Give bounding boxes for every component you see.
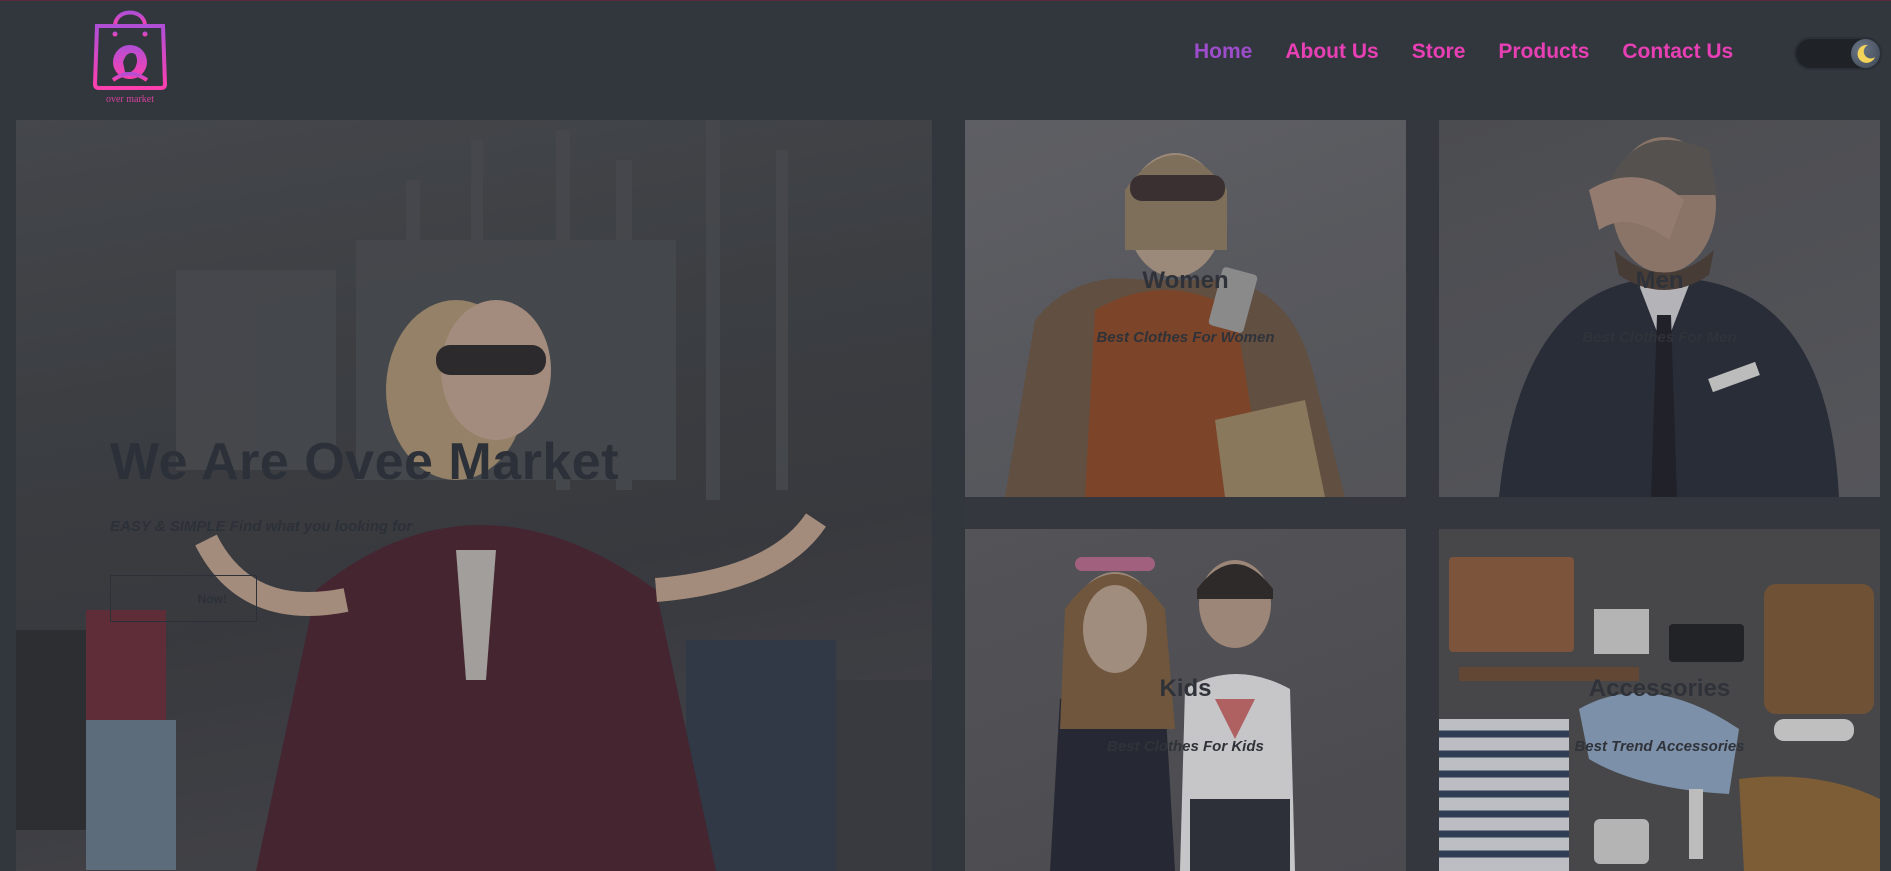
logo-text: over market xyxy=(105,94,155,105)
card-title-men: Men xyxy=(1635,267,1684,294)
card-subtitle-men: Best Clothes For Men xyxy=(1582,329,1737,346)
nav-contact-us[interactable]: Contact Us xyxy=(1622,40,1733,64)
nav-store[interactable]: Store xyxy=(1412,40,1466,64)
nav-about-us[interactable]: About Us xyxy=(1285,40,1378,64)
top-border xyxy=(0,0,1891,1)
moon-icon xyxy=(1857,44,1875,63)
main-nav: Home About Us Store Products Contact Us xyxy=(1194,40,1733,64)
category-card-women[interactable]: Women Best Clothes For Women xyxy=(965,120,1406,497)
card-subtitle-kids: Best Clothes For Kids xyxy=(1107,738,1264,755)
shop-now-button[interactable]: Now! xyxy=(110,575,257,622)
hero-banner: We Are Ovee Market EASY & SIMPLE Find wh… xyxy=(16,120,932,871)
toggle-knob xyxy=(1851,39,1880,68)
category-card-men[interactable]: Men Best Clothes For Men xyxy=(1439,120,1880,497)
hero-subtitle: EASY & SIMPLE Find what you looking for xyxy=(110,518,413,535)
nav-home[interactable]: Home xyxy=(1194,40,1252,64)
card-title-kids: Kids xyxy=(1159,675,1212,702)
card-title-women: Women xyxy=(1142,267,1229,294)
nav-products[interactable]: Products xyxy=(1498,40,1589,64)
men-photo xyxy=(1499,137,1839,497)
category-card-accessories[interactable]: Accessories Best Trend Accessories xyxy=(1439,529,1880,871)
category-card-kids[interactable]: Kids Best Clothes For Kids xyxy=(965,529,1406,871)
shopping-bag-logo-icon xyxy=(92,10,168,90)
women-photo xyxy=(1005,153,1345,497)
hero-title: We Are Ovee Market xyxy=(110,433,620,491)
card-subtitle-accessories: Best Trend Accessories xyxy=(1574,738,1745,755)
card-title-accessories: Accessories xyxy=(1588,675,1731,702)
card-subtitle-women: Best Clothes For Women xyxy=(1096,329,1275,346)
hero-overlay xyxy=(16,120,932,871)
theme-toggle[interactable] xyxy=(1794,37,1882,70)
